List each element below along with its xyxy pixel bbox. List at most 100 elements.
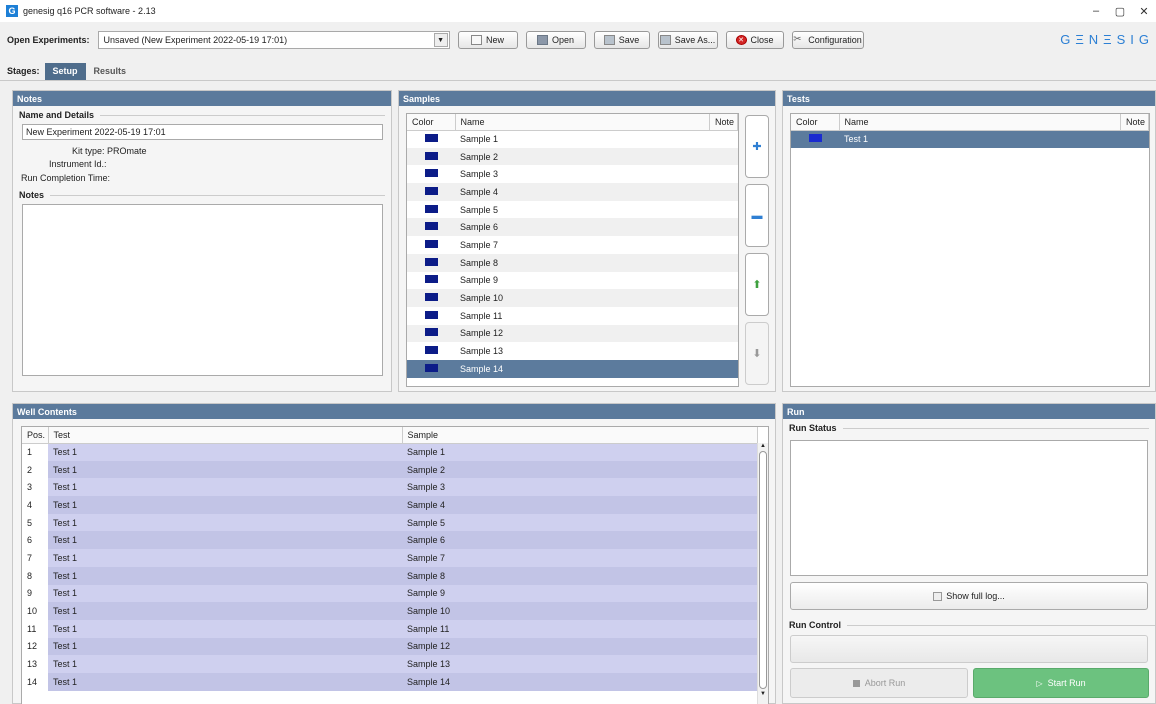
new-button[interactable]: New xyxy=(457,31,518,49)
arrow-up-icon: ⬆ xyxy=(752,279,762,291)
tab-setup[interactable]: Setup xyxy=(44,62,86,80)
tests-col-color[interactable]: Color xyxy=(791,114,840,131)
sample-row[interactable]: Sample 13 xyxy=(407,342,738,360)
well-test-cell: Test 1 xyxy=(48,549,402,567)
col-test[interactable]: Test xyxy=(48,427,403,444)
configuration-button[interactable]: ✂ Configuration xyxy=(791,31,864,49)
sample-row[interactable]: Sample 12 xyxy=(407,324,738,343)
well-sample-cell: Sample 12 xyxy=(402,637,758,656)
sample-row[interactable]: Sample 11 xyxy=(407,306,738,325)
well-row[interactable]: 8 Test 1 Sample 8 xyxy=(22,566,758,585)
name-details-label: Name and Details xyxy=(19,110,95,120)
sample-row[interactable]: Sample 1 xyxy=(407,130,738,148)
well-row[interactable]: 1 Test 1 Sample 1 xyxy=(22,443,758,461)
well-row[interactable]: 4 Test 1 Sample 4 xyxy=(22,496,758,514)
sample-row[interactable]: Sample 5 xyxy=(407,200,738,219)
start-run-button[interactable]: ▷ Start Run xyxy=(973,668,1149,698)
col-sample[interactable]: Sample xyxy=(402,427,758,444)
well-row[interactable]: 12 Test 1 Sample 12 xyxy=(22,637,758,656)
sample-name-cell: Sample 7 xyxy=(460,239,499,250)
well-row[interactable]: 2 Test 1 Sample 2 xyxy=(22,460,758,479)
sample-row[interactable]: Sample 9 xyxy=(407,271,738,290)
abort-run-button[interactable]: Abort Run xyxy=(790,668,968,698)
well-scrollbar[interactable]: ▲ ▼ xyxy=(757,443,768,704)
well-row[interactable]: 5 Test 1 Sample 5 xyxy=(22,513,758,532)
close-icon: ✕ xyxy=(735,35,747,45)
well-row[interactable]: 11 Test 1 Sample 11 xyxy=(22,619,758,638)
scroll-down-icon[interactable]: ▼ xyxy=(758,691,768,697)
sample-note-cell xyxy=(710,272,738,290)
sample-color-cell xyxy=(407,359,455,378)
sample-color-swatch xyxy=(425,293,438,302)
sample-row[interactable]: Sample 10 xyxy=(407,289,738,307)
well-row[interactable]: 9 Test 1 Sample 9 xyxy=(22,584,758,603)
sample-note-cell xyxy=(710,254,738,272)
run-panel-title: Run xyxy=(783,404,1155,419)
start-run-label: Start Run xyxy=(1047,678,1086,688)
sample-row[interactable]: Sample 2 xyxy=(407,147,738,166)
sample-row[interactable]: Sample 4 xyxy=(407,183,738,201)
well-row[interactable]: 3 Test 1 Sample 3 xyxy=(22,478,758,497)
save-as-button[interactable]: Save As... xyxy=(657,31,718,49)
tests-panel: Tests Color Name Note Test 1 xyxy=(782,90,1156,392)
tab-results[interactable]: Results xyxy=(86,63,135,80)
well-test-cell: Test 1 xyxy=(48,566,402,585)
well-row[interactable]: 6 Test 1 Sample 6 xyxy=(22,531,758,550)
well-test-cell: Test 1 xyxy=(48,602,402,620)
sample-color-swatch xyxy=(425,222,438,231)
experiment-name-input[interactable]: New Experiment 2022-05-19 17:01 xyxy=(22,124,383,140)
sample-name-cell: Sample 10 xyxy=(460,293,504,304)
experiment-select-value: Unsaved (New Experiment 2022-05-19 17:01… xyxy=(103,35,288,45)
sample-row[interactable]: Sample 14 xyxy=(407,359,738,378)
show-full-log-button[interactable]: Show full log... xyxy=(790,582,1148,610)
experiment-select[interactable]: Unsaved (New Experiment 2022-05-19 17:01… xyxy=(97,31,450,49)
sample-row[interactable]: Sample 6 xyxy=(407,218,738,237)
well-row[interactable]: 14 Test 1 Sample 14 xyxy=(22,672,758,691)
samples-panel-title: Samples xyxy=(399,91,775,106)
run-completion-row: Run Completion Time: xyxy=(21,173,391,187)
sample-name-cell: Sample 6 xyxy=(460,222,499,233)
add-sample-button[interactable]: ✚ xyxy=(745,115,769,178)
abort-run-label: Abort Run xyxy=(864,678,906,688)
samples-table: Color Name Note Sample 1 Sample 2 Sample 3… xyxy=(406,113,739,387)
col-note[interactable]: Note xyxy=(709,114,738,131)
well-row[interactable]: 10 Test 1 Sample 10 xyxy=(22,602,758,620)
well-row[interactable]: 7 Test 1 Sample 7 xyxy=(22,549,758,567)
scroll-up-icon[interactable]: ▲ xyxy=(758,443,768,449)
well-sample-cell: Sample 8 xyxy=(402,566,758,585)
well-sample-cell: Sample 3 xyxy=(402,478,758,497)
col-color[interactable]: Color xyxy=(407,114,456,131)
scroll-thumb[interactable] xyxy=(759,451,767,689)
test-row[interactable]: Test 1 xyxy=(791,130,1149,148)
col-pos[interactable]: Pos. xyxy=(22,427,49,444)
sample-note-cell xyxy=(710,201,738,219)
minimize-button[interactable]: – xyxy=(1084,0,1108,22)
move-up-button[interactable]: ⬆ xyxy=(745,253,769,316)
plus-icon: ✚ xyxy=(752,141,762,153)
tests-panel-title: Tests xyxy=(783,91,1155,106)
test-color-cell xyxy=(791,130,839,148)
move-down-button[interactable]: ⬇ xyxy=(745,322,769,385)
chevron-down-icon[interactable]: ▼ xyxy=(433,33,448,47)
restore-button[interactable]: ▢ xyxy=(1108,0,1132,22)
well-pos-cell: 13 xyxy=(22,655,48,673)
save-button[interactable]: Save xyxy=(593,31,650,49)
experiment-name-value: New Experiment 2022-05-19 17:01 xyxy=(26,127,166,137)
well-sample-cell: Sample 2 xyxy=(402,460,758,479)
open-button[interactable]: Open xyxy=(525,31,586,49)
sample-row[interactable]: Sample 8 xyxy=(407,253,738,272)
remove-sample-button[interactable]: ▬ xyxy=(745,184,769,247)
close-button[interactable]: ✕ Close xyxy=(725,31,784,49)
tests-col-note[interactable]: Note xyxy=(1120,114,1149,131)
well-row[interactable]: 13 Test 1 Sample 13 xyxy=(22,655,758,673)
new-file-icon xyxy=(471,35,483,45)
sample-name-cell: Sample 2 xyxy=(460,151,499,162)
col-name[interactable]: Name xyxy=(455,114,710,131)
sample-row[interactable]: Sample 7 xyxy=(407,236,738,254)
notes-textarea[interactable] xyxy=(22,204,383,376)
sample-row[interactable]: Sample 3 xyxy=(407,165,738,184)
run-panel: Run Run Status Show full log... Run Cont… xyxy=(782,403,1156,704)
tests-col-name[interactable]: Name xyxy=(839,114,1121,131)
sample-color-cell xyxy=(407,342,455,360)
close-window-button[interactable]: ✕ xyxy=(1132,0,1156,22)
